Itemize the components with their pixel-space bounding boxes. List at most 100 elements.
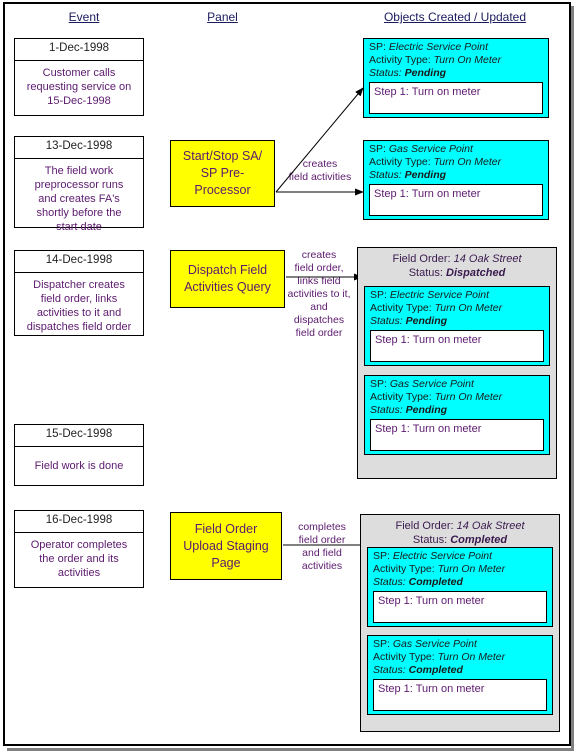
event-description: Customer calls requesting service on 15-De… [26, 67, 132, 107]
event-date: 15-Dec-1998 [15, 425, 143, 447]
event-date: 13-Dec-1998 [15, 137, 143, 159]
activity-step-box: Step 1: Turn on meter [370, 330, 544, 362]
event-box-1: 1-Dec-1998 Customer calls requesting serv… [14, 38, 144, 116]
activity-sp-value: Gas Service Point [388, 143, 473, 155]
activity-status-value: Pending [405, 315, 448, 327]
event-date: 14-Dec-1998 [15, 251, 143, 273]
activity-sp-line: SP: Gas Service Point [368, 638, 552, 651]
activity-sp-label: SP: [369, 41, 386, 53]
activity-status-value: Completed [408, 664, 463, 676]
activity-sp-label: SP: [373, 638, 390, 650]
field-order-line: Field Order: 14 Oak Street [361, 519, 559, 533]
event-box-4: 15-Dec-1998 Field work is done [14, 424, 144, 486]
activity-sp-value: Electric Service Point [392, 550, 493, 562]
field-order-group-completed: Field Order: 14 Oak Street Status: Compl… [360, 514, 560, 732]
activity-status-value: Pending [404, 169, 447, 181]
activity-step-box: Step 1: Turn on meter [373, 591, 547, 623]
event-date: 1-Dec-1998 [15, 39, 143, 61]
activity-box-electric-pending: SP: Electric Service Point Activity Type… [364, 286, 550, 366]
activity-status-line: Status: Pending [364, 67, 548, 80]
activity-box-electric-completed: SP: Electric Service Point Activity Type… [367, 547, 553, 627]
activity-step-box: Step 1: Turn on meter [369, 82, 543, 114]
activity-type-label: Activity Type: [369, 54, 431, 66]
activity-status-value: Completed [408, 576, 463, 588]
activity-status-line: Status: Completed [368, 576, 552, 589]
activity-sp-label: SP: [370, 378, 387, 390]
activity-type-value: Turn On Meter [434, 302, 503, 314]
panel-box-field-order-upload-staging[interactable]: Field Order Upload Staging Page [170, 512, 282, 580]
activity-type-label: Activity Type: [370, 302, 432, 314]
activity-status-value: Pending [404, 67, 447, 79]
field-order-label: Field Order: [392, 253, 451, 265]
column-header-event: Event [68, 10, 100, 24]
activity-sp-label: SP: [373, 550, 390, 562]
activity-type-label: Activity Type: [373, 563, 435, 575]
field-order-status-line: Status: Completed [361, 533, 559, 547]
activity-type-value: Turn On Meter [434, 391, 503, 403]
activity-status-label: Status: [369, 169, 402, 181]
activity-box-gas-pending: SP: Gas Service Point Activity Type: Tur… [363, 140, 549, 220]
activity-status-label: Status: [369, 67, 402, 79]
activity-sp-value: Electric Service Point [388, 41, 489, 53]
activity-type-value: Turn On Meter [433, 156, 502, 168]
activity-step-box: Step 1: Turn on meter [369, 184, 543, 216]
field-order-status-label: Status: [412, 534, 448, 546]
arrow-label-completes-field-order: completes field order and field activities [298, 521, 346, 572]
field-order-value: 14 Oak Street [456, 520, 525, 532]
activity-status-line: Status: Pending [365, 404, 549, 417]
activity-step-box: Step 1: Turn on meter [370, 419, 544, 451]
event-box-3: 14-Dec-1998 Dispatcher creates field orde… [14, 250, 144, 336]
activity-status-label: Status: [373, 664, 406, 676]
panel-box-start-stop-preprocessor[interactable]: Start/Stop SA/SP Pre- Processor [170, 140, 275, 207]
activity-sp-label: SP: [370, 289, 387, 301]
activity-type-value: Turn On Meter [437, 651, 506, 663]
activity-sp-line: SP: Gas Service Point [365, 378, 549, 391]
activity-sp-line: SP: Gas Service Point [364, 143, 548, 156]
activity-type-value: Turn On Meter [433, 54, 502, 66]
arrow-label-creates-field-activities: creates field activities [288, 158, 352, 183]
activity-sp-label: SP: [369, 143, 386, 155]
activity-status-line: Status: Pending [364, 169, 548, 182]
event-description: Operator completes the order and its activ… [30, 539, 128, 579]
activity-type-label: Activity Type: [369, 156, 431, 168]
activity-step-box: Step 1: Turn on meter [373, 679, 547, 711]
activity-sp-value: Gas Service Point [389, 378, 474, 390]
activity-status-label: Status: [373, 576, 406, 588]
event-description: Dispatcher creates field order, links acti… [26, 279, 132, 333]
event-description: The field work preprocessor runs and creat… [34, 165, 124, 233]
activity-type-line: Activity Type: Turn On Meter [365, 302, 549, 315]
activity-status-value: Pending [405, 404, 448, 416]
activity-status-line: Status: Completed [368, 664, 552, 677]
frame-shadow-bottom [7, 748, 573, 751]
activity-type-line: Activity Type: Turn On Meter [368, 563, 552, 576]
field-order-status-value: Completed [450, 534, 508, 546]
frame-shadow-right [571, 6, 574, 751]
activity-status-line: Status: Pending [365, 315, 549, 328]
activity-sp-line: SP: Electric Service Point [365, 289, 549, 302]
field-order-label: Field Order: [395, 520, 454, 532]
activity-box-gas-completed: SP: Gas Service Point Activity Type: Tur… [367, 635, 553, 715]
activity-type-value: Turn On Meter [437, 563, 506, 575]
event-box-5: 16-Dec-1998 Operator completes the order … [14, 510, 144, 588]
activity-status-label: Status: [370, 404, 403, 416]
field-order-line: Field Order: 14 Oak Street [358, 252, 556, 266]
activity-sp-value: Electric Service Point [389, 289, 490, 301]
field-order-header: Field Order: 14 Oak Street Status: Dispa… [358, 248, 556, 280]
activity-type-line: Activity Type: Turn On Meter [368, 651, 552, 664]
activity-sp-value: Gas Service Point [392, 638, 477, 650]
column-header-panel: Panel [207, 10, 238, 24]
diagram-canvas: Event Panel Objects Created / Updated 1-… [0, 0, 575, 753]
field-order-status-value: Dispatched [446, 267, 506, 279]
column-header-objects: Objects Created / Updated [383, 10, 527, 24]
activity-type-label: Activity Type: [373, 651, 435, 663]
activity-sp-line: SP: Electric Service Point [368, 550, 552, 563]
field-order-group-dispatched: Field Order: 14 Oak Street Status: Dispa… [357, 247, 557, 479]
event-box-2: 13-Dec-1998 The field work preprocessor r… [14, 136, 144, 233]
field-order-status-line: Status: Dispatched [358, 266, 556, 280]
panel-box-dispatch-field-activities-query[interactable]: Dispatch Field Activities Query [170, 250, 285, 308]
activity-type-label: Activity Type: [370, 391, 432, 403]
activity-type-line: Activity Type: Turn On Meter [364, 156, 548, 169]
event-description: Field work is done [34, 460, 124, 472]
field-order-status-label: Status: [408, 267, 443, 279]
field-order-value: 14 Oak Street [453, 253, 522, 265]
